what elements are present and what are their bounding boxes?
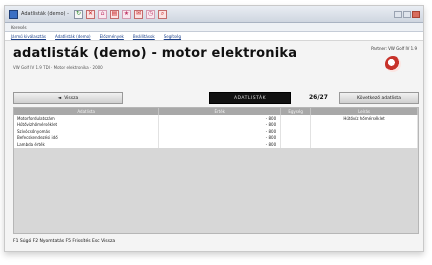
back-button[interactable]: ◄ Vissza [13, 92, 123, 104]
row-description [310, 141, 418, 148]
next-datalist-label: Következő adatlista [357, 95, 401, 101]
column-header-unit: Egység [280, 108, 312, 115]
print-icon[interactable]: ▤ [110, 9, 119, 19]
table-row[interactable]: Lambda érték - 800 [14, 141, 418, 148]
column-header-name: Adatlista [14, 108, 160, 115]
favorites-icon[interactable]: ★ [122, 9, 131, 19]
nav-link-history[interactable]: Előzmények [100, 34, 124, 39]
monitor-bezel: Adatlisták (demo) - Mo... ↻ ✕ ⌂ ▤ ★ ✉ ◷ … [0, 0, 432, 265]
stop-icon[interactable]: ✕ [86, 9, 95, 19]
nav-link-settings[interactable]: Beállítások [133, 34, 155, 39]
arrow-left-icon: ◄ [57, 95, 62, 101]
page-title: adatlisták (demo) - motor elektronika [13, 46, 298, 61]
footer-hint: F1 Súgó F2 Nyomtatás F5 Frissítés Esc Vi… [13, 239, 116, 244]
page-counter: 26/27 [309, 94, 328, 101]
navigation-links: Jármű kiválasztás Adatlisták (demo) Előz… [5, 32, 423, 41]
back-button-label: Vissza [64, 95, 79, 101]
title-bar: Adatlisták (demo) - Mo... ↻ ✕ ⌂ ▤ ★ ✉ ◷ … [5, 6, 423, 23]
close-button[interactable] [412, 10, 420, 18]
partner-info: Partner: VW Golf IV 1.9 [371, 46, 417, 51]
nav-link-vehicle[interactable]: Jármű kiválasztás [11, 34, 46, 39]
window-controls [394, 10, 420, 18]
address-text: Keresés [11, 24, 27, 30]
app-icon [9, 9, 18, 19]
address-bar[interactable]: Keresés [5, 23, 423, 32]
nav-link-help[interactable]: Segítség [164, 34, 181, 39]
window-title: Adatlisták (demo) - Mo... [21, 11, 71, 17]
row-unit [280, 141, 312, 148]
home-icon[interactable]: ⌂ [98, 9, 107, 19]
next-datalist-button[interactable]: Következő adatlista [339, 92, 419, 104]
mail-icon[interactable]: ✉ [134, 9, 143, 19]
datalists-button[interactable]: ADATLISTÁK [209, 92, 291, 104]
brand-logo-icon [385, 56, 401, 72]
search-icon[interactable]: ⌕ [158, 9, 167, 19]
page-subtitle: VW Golf IV 1.9 TDI · Motor elektronika ·… [13, 65, 103, 70]
column-header-value: Érték [158, 108, 282, 115]
history-icon[interactable]: ◷ [146, 9, 155, 19]
datalist-table: Adatlista Érték Egység Leírás Motorfordu… [13, 107, 419, 234]
minimize-button[interactable] [394, 10, 402, 18]
maximize-button[interactable] [403, 10, 411, 18]
datalists-button-label: ADATLISTÁK [233, 95, 267, 101]
nav-link-datalists[interactable]: Adatlisták (demo) [55, 34, 91, 39]
refresh-icon[interactable]: ↻ [74, 9, 83, 19]
row-value: - 800 [158, 141, 282, 148]
column-header-description: Leírás [310, 108, 418, 115]
application-window: Adatlisták (demo) - Mo... ↻ ✕ ⌂ ▤ ★ ✉ ◷ … [4, 5, 424, 252]
row-name: Lambda érték [14, 141, 160, 148]
table-header: Adatlista Érték Egység Leírás [14, 108, 418, 115]
